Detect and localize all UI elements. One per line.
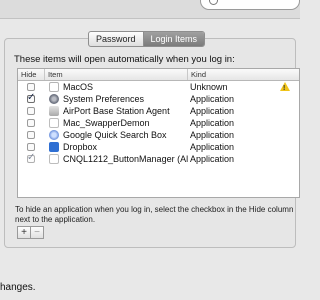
- table-header: Hide Item Kind: [18, 69, 299, 81]
- table-row[interactable]: Dropbox Application: [18, 141, 299, 153]
- tab-bar: Password Login Items: [88, 31, 206, 47]
- tab-login-items[interactable]: Login Items: [143, 32, 205, 46]
- document-icon: [49, 82, 59, 92]
- table-row[interactable]: AirPort Base Station Agent Application: [18, 105, 299, 117]
- table-row[interactable]: Mac_SwapperDemon Application: [18, 117, 299, 129]
- hide-checkbox[interactable]: [27, 83, 35, 91]
- item-name: MacOS: [63, 82, 94, 92]
- hide-checkbox[interactable]: [27, 119, 35, 127]
- google-search-icon: [49, 130, 59, 140]
- table-row[interactable]: MacOS Unknown: [18, 81, 299, 95]
- warning-icon: [280, 82, 290, 95]
- item-kind: Application: [190, 142, 235, 152]
- footer-text: hanges.: [0, 282, 36, 293]
- item-kind: Unknown: [190, 82, 228, 92]
- application-icon: [49, 154, 59, 164]
- search-icon: [209, 0, 218, 5]
- item-name: AirPort Base Station Agent: [63, 106, 170, 116]
- item-name: Google Quick Search Box: [63, 130, 167, 140]
- item-kind: Application: [190, 154, 235, 164]
- intro-text: These items will open automatically when…: [14, 54, 235, 65]
- system-preferences-icon: [49, 94, 59, 104]
- hide-checkbox[interactable]: [27, 131, 35, 139]
- item-name: Dropbox: [63, 142, 98, 152]
- login-items-table: Hide Item Kind MacOS Unknown System Pref…: [17, 68, 300, 198]
- item-name: Mac_SwapperDemon: [63, 118, 150, 128]
- hide-checkbox[interactable]: [27, 143, 35, 151]
- window-toolbar: [0, 0, 300, 19]
- column-header-item[interactable]: Item: [45, 69, 188, 80]
- item-kind: Application: [190, 130, 235, 140]
- dropbox-icon: [49, 142, 59, 152]
- item-kind: Application: [190, 106, 235, 116]
- item-name: CNQL1212_ButtonManager (All: [63, 154, 188, 164]
- tab-password[interactable]: Password: [89, 32, 144, 46]
- remove-item-button[interactable]: −: [30, 227, 43, 238]
- column-header-hide[interactable]: Hide: [18, 69, 45, 80]
- table-row[interactable]: Google Quick Search Box Application: [18, 129, 299, 141]
- table-row[interactable]: CNQL1212_ButtonManager (All Application: [18, 152, 299, 165]
- hide-checkbox[interactable]: [27, 92, 35, 104]
- search-field[interactable]: [200, 0, 300, 10]
- table-row[interactable]: System Preferences Application: [18, 92, 299, 105]
- add-remove-control: + −: [17, 226, 44, 239]
- item-kind: Application: [190, 94, 235, 104]
- hide-checkbox[interactable]: [27, 107, 35, 115]
- help-text: To hide an application when you log in, …: [15, 205, 294, 224]
- application-icon: [49, 118, 59, 128]
- add-item-button[interactable]: +: [18, 227, 30, 238]
- item-kind: Application: [190, 118, 235, 128]
- item-name: System Preferences: [63, 94, 145, 104]
- airport-icon: [49, 106, 59, 116]
- hide-checkbox[interactable]: [27, 152, 35, 164]
- column-header-kind[interactable]: Kind: [188, 69, 299, 80]
